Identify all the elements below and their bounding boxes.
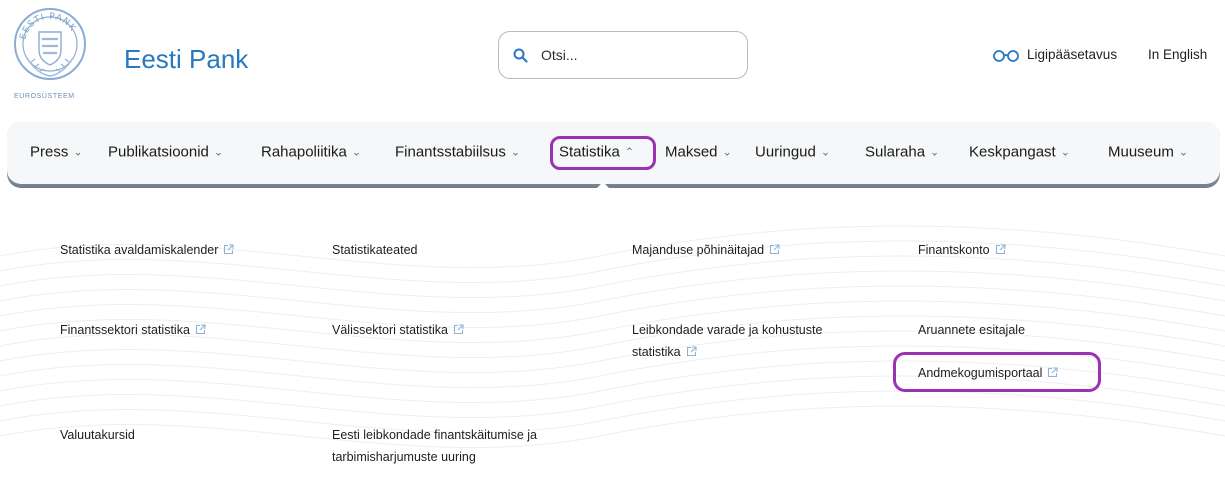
eesti-pank-seal-logo[interactable]: EESTI PANK	[13, 2, 87, 94]
menu-link-leibkondade-varade-statistika[interactable]: Leibkondade varade ja kohustuste statisti…	[632, 319, 822, 363]
brand-name[interactable]: Eesti Pank	[124, 44, 248, 75]
external-link-icon	[686, 346, 697, 357]
menu-link-statistika-avaldamiskalender[interactable]: Statistika avaldamiskalender	[60, 239, 234, 261]
external-link-icon	[995, 244, 1006, 255]
nav-item-uuringud[interactable]: Uuringud ⌄	[755, 144, 830, 161]
nav-item-maksed[interactable]: Maksed ⌄	[665, 144, 732, 161]
chevron-down-icon: ⌄	[820, 146, 831, 159]
menu-link-valuutakursid[interactable]: Valuutakursid	[60, 424, 135, 446]
search-input[interactable]: Otsi...	[498, 31, 748, 79]
external-link-icon	[224, 244, 234, 255]
menu-link-statistikateated[interactable]: Statistikateated	[332, 239, 417, 261]
chevron-down-icon: ⌄	[73, 146, 83, 159]
nav-item-muuseum[interactable]: Muuseum ⌄	[1108, 144, 1188, 161]
language-switch-link[interactable]: In English	[1148, 47, 1207, 62]
menu-link-andmekogumisportaal[interactable]: Andmekogumisportaal	[918, 362, 1058, 384]
menu-link-finantskonto[interactable]: Finantskonto	[918, 239, 1006, 261]
nav-item-sularaha[interactable]: Sularaha ⌄	[865, 144, 939, 161]
menu-link-majanduse-pohinaitajad[interactable]: Majanduse põhinäitajad	[632, 239, 780, 261]
accessibility-link[interactable]: Ligipääsetavus	[1027, 47, 1117, 62]
nav-item-publikatsioonid[interactable]: Publikatsioonid ⌄	[108, 144, 223, 161]
external-link-icon	[1048, 367, 1058, 378]
nav-item-keskpangast[interactable]: Keskpangast ⌄	[969, 144, 1070, 161]
search-icon	[513, 48, 528, 63]
external-link-icon	[453, 324, 464, 335]
dropdown-pointer	[594, 182, 612, 191]
menu-link-valissektori-statistika[interactable]: Välissektori statistika	[332, 319, 464, 341]
chevron-down-icon: ⌄	[1060, 146, 1070, 159]
chevron-down-icon: ⌄	[213, 146, 224, 159]
nav-item-rahapoliitika[interactable]: Rahapoliitika ⌄	[261, 144, 361, 161]
chevron-down-icon: ⌄	[1178, 146, 1189, 159]
accessibility-glasses-icon[interactable]	[993, 49, 1019, 63]
chevron-up-icon: ⌃	[624, 146, 635, 159]
nav-item-statistika[interactable]: Statistika ⌃	[559, 144, 634, 161]
nav-item-press[interactable]: Press ⌄	[30, 144, 83, 161]
main-navigation: Press ⌄ Publikatsioonid ⌄ Rahapoliitika ⌄ F…	[7, 122, 1220, 184]
external-link-icon	[769, 244, 780, 255]
external-link-icon	[195, 324, 206, 335]
menu-link-finantskaitumise-uuring[interactable]: Eesti leibkondade finantskäitumise ja tar…	[332, 424, 537, 468]
chevron-down-icon: ⌄	[722, 146, 732, 159]
search-placeholder: Otsi...	[541, 47, 578, 63]
menu-link-finantssektori-statistika[interactable]: Finantssektori statistika	[60, 319, 206, 341]
chevron-down-icon: ⌄	[351, 146, 362, 159]
chevron-down-icon: ⌄	[510, 146, 521, 159]
chevron-down-icon: ⌄	[930, 146, 940, 159]
menu-heading-aruannete-esitajale: Aruannete esitajale	[918, 323, 1026, 337]
logo-caption: EUROSÜSTEEM	[14, 93, 75, 100]
nav-item-finantsstabiilsus[interactable]: Finantsstabiilsus ⌄	[395, 144, 520, 161]
